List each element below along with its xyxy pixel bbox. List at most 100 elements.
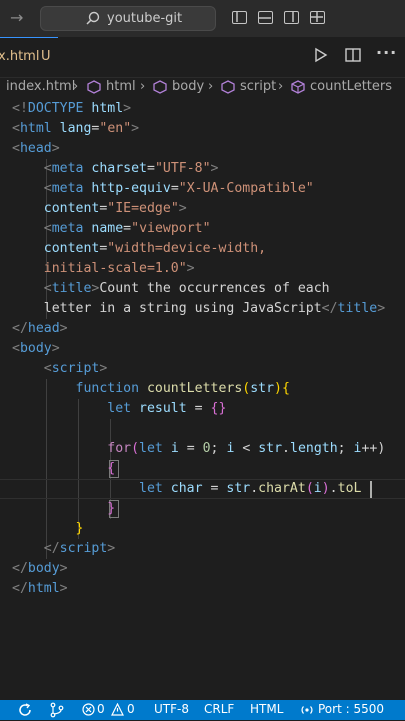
customize-layout-icon[interactable] (310, 11, 325, 24)
text-cursor (370, 481, 372, 498)
code-token: head (19, 141, 52, 156)
code-token: http-equiv (83, 181, 171, 196)
code-token: ) (274, 381, 282, 396)
code-token: lang (51, 121, 92, 136)
code-token: } (12, 521, 84, 536)
code-token: "UTF-8" (154, 161, 211, 176)
code-line[interactable]: } (12, 499, 115, 519)
error-count[interactable]: 0 (97, 702, 105, 716)
code-token: DOCTYPE (27, 101, 84, 116)
tab-file-name: x.html (0, 49, 40, 64)
code-line[interactable]: <html lang="en"> (12, 119, 139, 139)
code-token: < (12, 361, 52, 376)
toggle-primary-sidebar-icon[interactable] (232, 11, 247, 24)
run-icon[interactable] (314, 47, 328, 67)
code-line[interactable]: <title>Count the occurrences of each (12, 279, 330, 299)
back-arrow-icon[interactable]: → (10, 8, 23, 27)
code-line[interactable]: </html> (12, 579, 68, 599)
code-token: > (377, 301, 386, 316)
code-token: let (12, 481, 163, 496)
editor-tab-index-html[interactable]: x.html U (0, 37, 58, 77)
toggle-panel-icon[interactable] (258, 11, 273, 24)
code-line[interactable]: { (12, 459, 115, 479)
code-line[interactable]: letter in a string using JavaScript</tit… (12, 299, 385, 319)
code-token: . (282, 441, 290, 456)
code-line[interactable]: </body> (12, 559, 68, 579)
breadcrumb-item-body[interactable]: body (172, 79, 204, 94)
code-line[interactable]: content="width=device-width, (12, 239, 266, 259)
code-line[interactable]: initial-scale=1.0"> (12, 259, 195, 279)
code-line[interactable]: content="IE=edge"> (12, 199, 187, 219)
code-line[interactable]: <meta name="viewport" (12, 219, 211, 239)
breadcrumb-separator: › (208, 79, 214, 94)
code-line[interactable]: <body> (12, 339, 60, 359)
code-token: > (99, 361, 108, 376)
symbol-field-icon (221, 80, 235, 98)
code-token: script (51, 361, 100, 376)
code-token: content (12, 201, 100, 216)
code-token: initial-scale=1.0" (12, 261, 187, 276)
breadcrumb-separator: › (73, 79, 79, 94)
code-line[interactable]: <meta http-equiv="X-UA-Compatible" (12, 179, 314, 199)
toggle-secondary-sidebar-icon[interactable] (284, 11, 299, 24)
code-token: > (131, 121, 140, 136)
error-icon[interactable] (82, 703, 95, 719)
code-token: ++) (361, 441, 386, 456)
code-token: < (12, 221, 52, 236)
code-line[interactable]: <!DOCTYPE html> (12, 99, 131, 119)
breadcrumb-item-html[interactable]: html (106, 79, 136, 94)
code-token: "X-UA-Compatible" (178, 181, 314, 196)
code-line[interactable]: <meta charset="UTF-8"> (12, 159, 219, 179)
code-token: > (186, 261, 195, 276)
code-token: 0 (202, 441, 211, 456)
code-token: letter in a string using JavaScript (12, 301, 322, 316)
code-token: html (83, 101, 124, 116)
code-token: = (123, 221, 132, 236)
code-line[interactable]: let result = {} (12, 399, 226, 419)
more-icon[interactable]: ··· (376, 43, 397, 62)
split-editor-icon[interactable] (345, 47, 361, 67)
code-token: html (19, 121, 52, 136)
code-token: countLetters (139, 381, 243, 396)
code-token: charAt (258, 481, 306, 496)
remote-icon[interactable] (50, 702, 64, 721)
symbol-field-icon (153, 80, 167, 98)
code-token: < (12, 281, 52, 296)
code-token: name (83, 221, 124, 236)
code-token: </ (12, 581, 28, 596)
language-mode[interactable]: HTML (250, 702, 283, 716)
code-line[interactable]: let char = str.charAt(i).toL (12, 479, 361, 499)
warning-count[interactable]: 0 (127, 702, 135, 716)
code-token: meta (51, 181, 84, 196)
code-line[interactable]: function countLetters(str){ (12, 379, 290, 399)
breadcrumb-item-script[interactable]: script (240, 79, 276, 94)
broadcast-icon[interactable] (300, 703, 314, 720)
code-line[interactable]: </script> (12, 539, 115, 559)
live-server-port[interactable]: Port : 5500 (318, 702, 384, 716)
code-token: content (12, 241, 100, 256)
code-token: length (290, 441, 338, 456)
breadcrumb-separator: › (278, 79, 284, 94)
code-line[interactable]: <head> (12, 139, 60, 159)
code-token: head (27, 321, 60, 336)
eol-indicator[interactable]: CRLF (204, 702, 234, 716)
command-center-search[interactable]: youtube-git (40, 6, 216, 31)
code-token: str (226, 481, 251, 496)
code-line[interactable]: <script> (12, 359, 108, 379)
code-token: "viewport" (131, 221, 211, 236)
code-token: html (27, 581, 60, 596)
sync-icon[interactable] (18, 703, 32, 720)
code-line[interactable]: </head> (12, 319, 68, 339)
breadcrumb-item-countletters[interactable]: countLetters (310, 79, 392, 94)
code-token: for (12, 441, 132, 456)
code-line[interactable]: for(let i = 0; i < str.length; i++) (12, 439, 385, 459)
warning-icon[interactable] (111, 702, 124, 719)
code-token: <! (12, 101, 28, 116)
code-token: </ (12, 561, 28, 576)
code-token: > (107, 541, 116, 556)
code-token: = (147, 161, 155, 176)
code-token: charset (83, 161, 147, 176)
encoding-indicator[interactable]: UTF-8 (154, 702, 189, 716)
code-line[interactable]: } (12, 519, 84, 539)
breadcrumb-file[interactable]: index.html (6, 79, 75, 94)
